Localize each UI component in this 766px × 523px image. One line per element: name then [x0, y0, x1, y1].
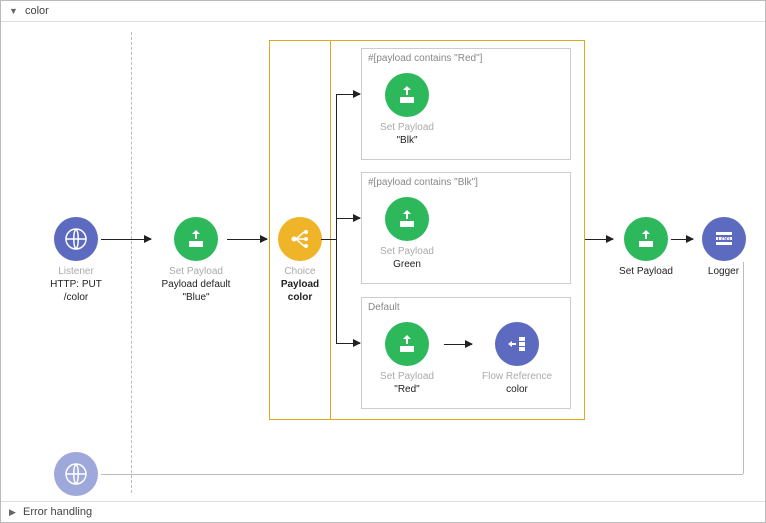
globe-icon — [54, 217, 98, 261]
connector — [336, 218, 360, 219]
node-type: Set Payload — [611, 265, 681, 278]
set-payload-icon — [174, 217, 218, 261]
node-type: Set Payload — [151, 265, 241, 278]
node-label: "Red" — [372, 383, 442, 396]
flow-reference-node[interactable]: Flow Reference color — [472, 322, 562, 396]
source-divider — [131, 32, 132, 493]
choice-icon — [278, 217, 322, 261]
set-payload-icon — [385, 322, 429, 366]
connector — [227, 239, 267, 240]
connector — [444, 344, 472, 345]
expand-icon: ▶ — [9, 507, 16, 518]
flow-title: color — [25, 5, 49, 17]
node-label: Payload default "Blue" — [151, 278, 241, 304]
globe-icon — [54, 452, 98, 496]
connector — [321, 239, 336, 240]
node-label: Green — [372, 258, 442, 271]
connector — [671, 239, 693, 240]
logger-icon: LOG — [702, 217, 746, 261]
set-payload-green-node[interactable]: Set Payload Green — [372, 197, 442, 271]
node-type: Set Payload — [372, 121, 442, 134]
choice-divider — [330, 41, 331, 419]
choice-branch-default: Default Set Payload "Red" Flow Reference… — [361, 297, 571, 409]
node-label: HTTP: PUT /color — [41, 278, 111, 304]
branch-condition: #[payload contains "Blk"] — [362, 173, 570, 192]
choice-node[interactable]: Choice Payload color — [271, 217, 329, 304]
set-payload-end-node[interactable]: Set Payload — [611, 217, 681, 278]
svg-text:LOG: LOG — [717, 237, 730, 243]
response-listener-node[interactable] — [41, 452, 111, 500]
set-payload-red-node[interactable]: Set Payload "Red" — [372, 322, 442, 396]
set-payload-default-node[interactable]: Set Payload Payload default "Blue" — [151, 217, 241, 304]
connector — [336, 94, 360, 95]
node-type: Set Payload — [372, 370, 442, 383]
node-type: Flow Reference — [472, 370, 562, 383]
listener-node[interactable]: Listener HTTP: PUT /color — [41, 217, 111, 304]
flow-header[interactable]: ▼ color — [1, 1, 765, 22]
node-label: Payload color — [271, 278, 329, 304]
set-payload-icon — [624, 217, 668, 261]
set-payload-blk-node[interactable]: Set Payload "Blk" — [372, 73, 442, 147]
branch-condition: Default — [362, 298, 570, 317]
choice-branch-2: #[payload contains "Blk"] Set Payload Gr… — [361, 172, 571, 284]
branch-condition: #[payload contains "Red"] — [362, 49, 570, 68]
node-label: "Blk" — [372, 134, 442, 147]
connector — [585, 239, 613, 240]
return-connector — [101, 474, 743, 475]
error-handling-title: Error handling — [23, 506, 92, 518]
set-payload-icon — [385, 73, 429, 117]
connector — [336, 343, 360, 344]
node-type: Choice — [271, 265, 329, 278]
node-type: Set Payload — [372, 245, 442, 258]
node-label: color — [472, 383, 562, 396]
connector — [101, 239, 151, 240]
error-handling-header[interactable]: ▶ Error handling — [1, 501, 765, 522]
return-connector — [743, 262, 744, 474]
choice-branch-1: #[payload contains "Red"] Set Payload "B… — [361, 48, 571, 160]
node-type: Listener — [41, 265, 111, 278]
flow-reference-icon — [495, 322, 539, 366]
flow-canvas: Listener HTTP: PUT /color Set Payload Pa… — [1, 22, 765, 503]
set-payload-icon — [385, 197, 429, 241]
collapse-icon: ▼ — [9, 6, 18, 16]
